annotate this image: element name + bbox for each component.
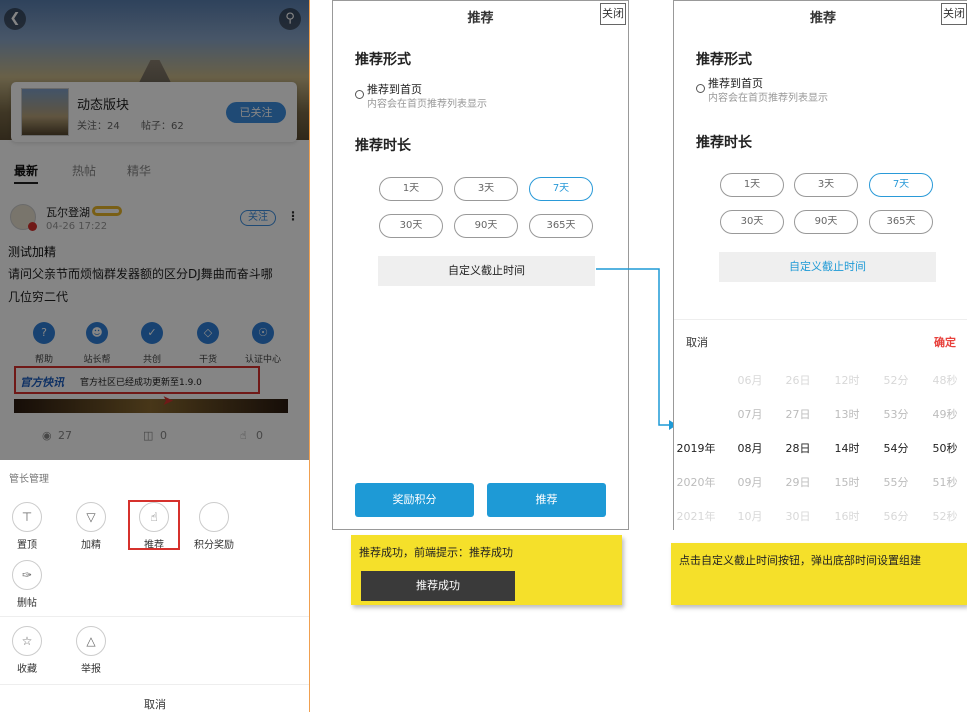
picker-cell[interactable]: 49秒 [925,406,965,422]
action-featured[interactable]: 加精 [61,536,121,551]
divider [0,616,309,617]
picker-cell[interactable]: 2020年 [676,474,716,490]
picker-cell[interactable]: 52分 [876,372,916,388]
recommend-highlight [128,500,180,550]
picker-cell[interactable]: 16时 [827,508,867,524]
pin-icon[interactable]: ⊤ [12,502,42,532]
duration-1d[interactable]: 1天 [379,177,443,201]
delete-icon[interactable]: ✑ [12,560,42,590]
action-favorite[interactable]: 收藏 [0,660,57,675]
close-button[interactable]: 关闭 [941,3,967,25]
admin-action-sheet: 管长管理 ⊤ 置顶 ▽ 加精 ☝ 推荐 积分奖励 ✑ 删帖 ☆ 收藏 △ 举报 … [0,460,309,712]
picker-cell[interactable]: 12时 [827,372,867,388]
picker-cell[interactable]: 50秒 [925,440,965,456]
reward-points-icon[interactable] [199,502,229,532]
picker-cell[interactable]: 55分 [876,474,916,490]
form-section-label: 推荐形式 [696,52,752,68]
recommend-panel: 推荐 关闭 推荐形式 推荐到首页 内容会在首页推荐列表显示 推荐时长 1天 3天… [332,0,629,530]
success-annotation: 推荐成功，前端提示：推荐成功 推荐成功 [351,535,622,605]
picker-cell[interactable]: 51秒 [925,474,965,490]
duration-7d[interactable]: 7天 [529,177,593,201]
action-reward-points[interactable]: 积分奖励 [184,536,244,551]
dim-overlay[interactable] [0,0,309,460]
duration-3d[interactable]: 3天 [794,173,858,197]
form-section-label: 推荐形式 [355,52,411,68]
picker-cell[interactable]: 54分 [876,440,916,456]
duration-section-label: 推荐时长 [355,138,411,154]
action-pin[interactable]: 置顶 [0,536,57,551]
picker-cell[interactable]: 15时 [827,474,867,490]
radio-home[interactable] [696,84,705,93]
radio-home[interactable] [355,90,364,99]
picker-cell[interactable]: 29日 [778,474,818,490]
custom-deadline-button[interactable]: 自定义截止时间 [378,256,595,286]
picker-cell[interactable]: 26日 [778,372,818,388]
action-report[interactable]: 举报 [61,660,121,675]
picker-cell[interactable]: 53分 [876,406,916,422]
duration-365d[interactable]: 365天 [529,214,593,238]
divider [0,684,309,685]
picker-cell[interactable]: 06月 [730,372,770,388]
picker-cell[interactable]: 48秒 [925,372,965,388]
picker-cell[interactable]: 10月 [730,508,770,524]
picker-cell[interactable]: 2021年 [676,508,716,524]
picker-cell[interactable]: 30日 [778,508,818,524]
close-button[interactable]: 关闭 [600,3,626,25]
picker-cell[interactable]: 13时 [827,406,867,422]
time-picker: 取消 确定 06月 26日 12时 52分 48秒 07月 27日 13时 53分 49秒 2019… [674,319,967,531]
duration-1d[interactable]: 1天 [720,173,784,197]
option-home-desc: 内容会在首页推荐列表显示 [708,93,828,104]
duration-30d[interactable]: 30天 [720,210,784,234]
duration-30d[interactable]: 30天 [379,214,443,238]
picker-cell[interactable]: 08月 [730,440,770,456]
duration-section-label: 推荐时长 [696,135,752,151]
sheet-cancel-button[interactable]: 取消 [0,696,309,712]
recommend-picker-panel: 推荐 关闭 推荐形式 推荐到首页 内容会在首页推荐列表显示 推荐时长 1天 3天… [673,0,967,531]
duration-3d[interactable]: 3天 [454,177,518,201]
annotation-text: 推荐成功，前端提示：推荐成功 [359,546,513,559]
duration-90d[interactable]: 90天 [454,214,518,238]
annotation-text: 点击自定义截止时间按钮，弹出底部时间设置组建 [679,554,921,567]
duration-365d[interactable]: 365天 [869,210,933,234]
custom-deadline-button[interactable]: 自定义截止时间 [719,252,936,282]
picker-cell[interactable]: 28日 [778,440,818,456]
picker-cell[interactable]: 52秒 [925,508,965,524]
star-icon[interactable]: ☆ [12,626,42,656]
panel-title: 推荐 [809,11,836,26]
flow-arrow [596,268,677,430]
picker-cancel-button[interactable]: 取消 [686,334,708,350]
panel-title: 推荐 [467,11,494,26]
picker-annotation: 点击自定义截止时间按钮，弹出底部时间设置组建 [671,543,967,605]
picker-cell[interactable]: 56分 [876,508,916,524]
duration-7d[interactable]: 7天 [869,173,933,197]
success-toast: 推荐成功 [361,571,515,601]
picker-cell[interactable]: 07月 [730,406,770,422]
action-delete[interactable]: 删帖 [0,594,57,609]
sheet-title: 管长管理 [9,474,49,485]
featured-icon[interactable]: ▽ [76,502,106,532]
picker-cell[interactable]: 14时 [827,440,867,456]
option-home-desc: 内容会在首页推荐列表显示 [367,99,487,110]
picker-wheels[interactable]: 06月 26日 12时 52分 48秒 07月 27日 13时 53分 49秒 2019年 08月 28… [674,368,967,528]
picker-cell[interactable]: 27日 [778,406,818,422]
picker-cell[interactable]: 2019年 [676,440,716,456]
recommend-button[interactable]: 推荐 [487,483,606,517]
reward-points-button[interactable]: 奖励积分 [355,483,474,517]
picker-cell[interactable]: 09月 [730,474,770,490]
post-page-panel: ❮ ⚲ 动态版块 关注：24 帖子：62 已关注 最新 热帖 精华 瓦尔登湖 0… [0,0,310,712]
picker-confirm-button[interactable]: 确定 [934,334,956,350]
duration-90d[interactable]: 90天 [794,210,858,234]
warning-icon[interactable]: △ [76,626,106,656]
